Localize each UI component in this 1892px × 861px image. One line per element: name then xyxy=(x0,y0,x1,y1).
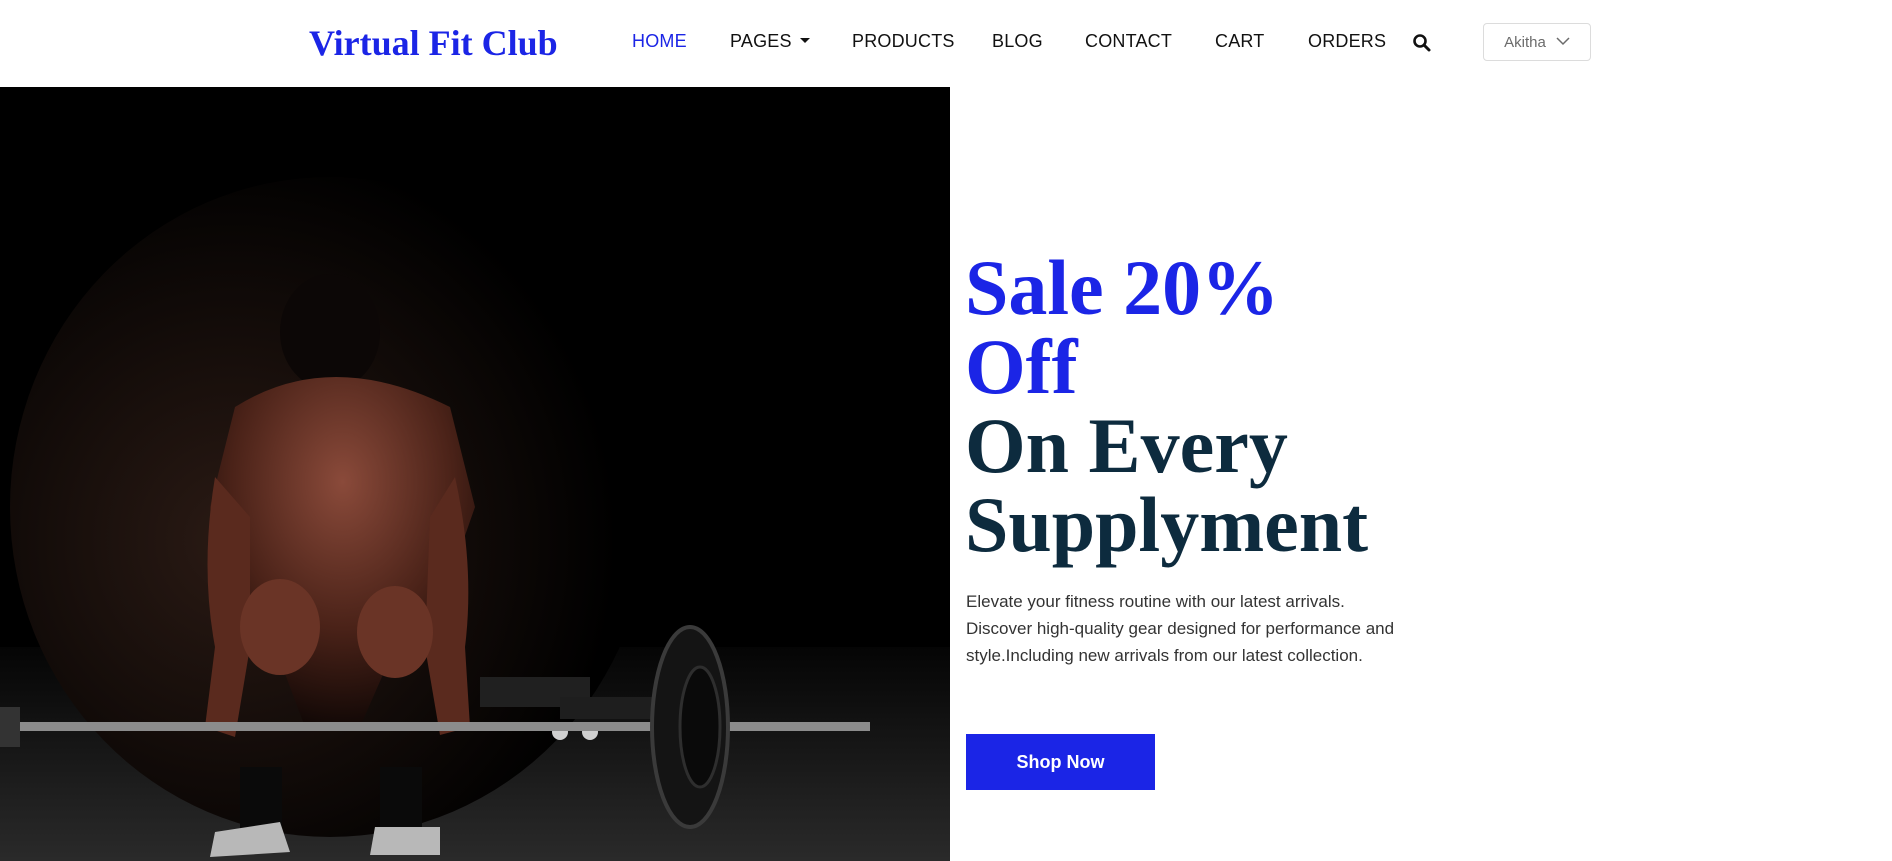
headline-line-4: Supplyment xyxy=(965,481,1369,568)
user-name: Akitha xyxy=(1504,33,1546,51)
nav-contact[interactable]: CONTACT xyxy=(1085,31,1172,52)
headline-line-1: Sale 20% xyxy=(965,244,1280,331)
top-navbar: Virtual Fit Club HOME PAGES PRODUCTS BLO… xyxy=(0,0,1892,87)
caret-down-icon xyxy=(799,38,810,43)
nav-cart[interactable]: CART xyxy=(1215,31,1264,52)
nav-pages-label: PAGES xyxy=(730,31,792,51)
hero-athlete-image xyxy=(0,87,950,861)
chevron-down-icon xyxy=(1556,33,1570,51)
brand-logo-text[interactable]: Virtual Fit Club xyxy=(309,22,558,64)
nav-blog[interactable]: BLOG xyxy=(992,31,1043,52)
headline-line-2: Off xyxy=(965,323,1078,410)
hero-headline: Sale 20% Off On Every Supplyment xyxy=(965,248,1368,564)
hero-description: Elevate your fitness routine with our la… xyxy=(966,592,1395,665)
nav-home[interactable]: HOME xyxy=(632,31,687,52)
nav-pages[interactable]: PAGES xyxy=(730,31,810,52)
user-menu-dropdown[interactable]: Akitha xyxy=(1483,23,1591,61)
shop-now-button[interactable]: Shop Now xyxy=(966,734,1155,790)
headline-line-3: On Every xyxy=(965,402,1288,489)
nav-products[interactable]: PRODUCTS xyxy=(852,31,955,52)
nav-orders[interactable]: ORDERS xyxy=(1308,31,1386,52)
search-icon[interactable] xyxy=(1412,33,1432,53)
